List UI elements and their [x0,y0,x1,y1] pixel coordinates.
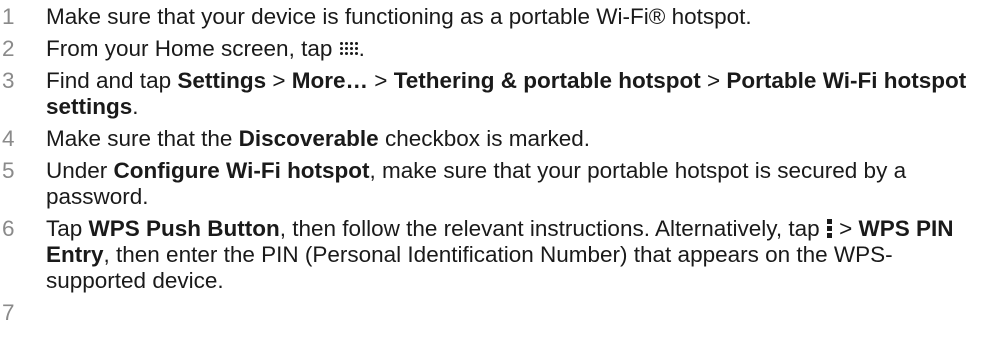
step-item: 4 Make sure that the Discoverable checkbo… [0,126,992,152]
step-text: Find and tap Settings > More… > Tetherin… [46,68,992,120]
step-text: From your Home screen, tap . [46,36,992,62]
ui-term: WPS Push Button [88,216,280,241]
step-item: 5 Under Configure Wi-Fi hotspot, make sur… [0,158,992,210]
step-number: 1 [2,4,15,29]
step-text-fragment: Tap [46,216,89,241]
menu-dots-icon [826,218,832,238]
step-text-fragment: Make sure that the [46,126,239,151]
step-number: 6 [2,216,15,241]
step-number: 5 [2,158,15,183]
step-text-fragment: Make sure that your device is functionin… [46,4,752,29]
step-text: Tap WPS Push Button, then follow the rel… [46,216,992,294]
ui-term: Settings [177,68,267,93]
apps-grid-icon [339,41,358,55]
step-item: 3 Find and tap Settings > More… > Tetheri… [0,68,992,120]
step-text-fragment: , then follow the relevant instructions.… [279,216,826,241]
step-text-fragment: From your Home screen, tap [46,36,339,61]
ui-term: Tethering & portable hotspot [393,68,701,93]
step-item: 7 [0,300,992,326]
step-number: 7 [2,300,15,325]
ui-term: Configure Wi-Fi hotspot [113,158,370,183]
step-item: 1 Make sure that your device is functioni… [0,4,992,30]
ui-term: More… [291,68,369,93]
step-text-fragment: > [266,68,292,93]
step-text-fragment: > [368,68,394,93]
step-item: 6 Tap WPS Push Button, then follow the re… [0,216,992,294]
step-text: Under Configure Wi-Fi hotspot, make sure… [46,158,992,210]
step-text: Make sure that your device is functionin… [46,4,992,30]
step-item: 2 From your Home screen, tap . [0,36,992,62]
step-number: 2 [2,36,15,61]
step-text-fragment: . [358,36,365,61]
step-text-fragment: Find and tap [46,68,178,93]
instruction-steps: 1 Make sure that your device is functioni… [0,0,992,326]
step-text-fragment: > [832,216,859,241]
step-text-fragment: , then enter the PIN (Personal Identific… [46,242,893,293]
step-number: 3 [2,68,15,93]
step-text-fragment: Under [46,158,114,183]
step-text-fragment: checkbox is marked. [378,126,591,151]
step-number: 4 [2,126,15,151]
ui-term: Discoverable [238,126,379,151]
step-text-fragment: > [700,68,727,93]
step-text: Make sure that the Discoverable checkbox… [46,126,992,152]
step-text-fragment: . [132,94,139,119]
